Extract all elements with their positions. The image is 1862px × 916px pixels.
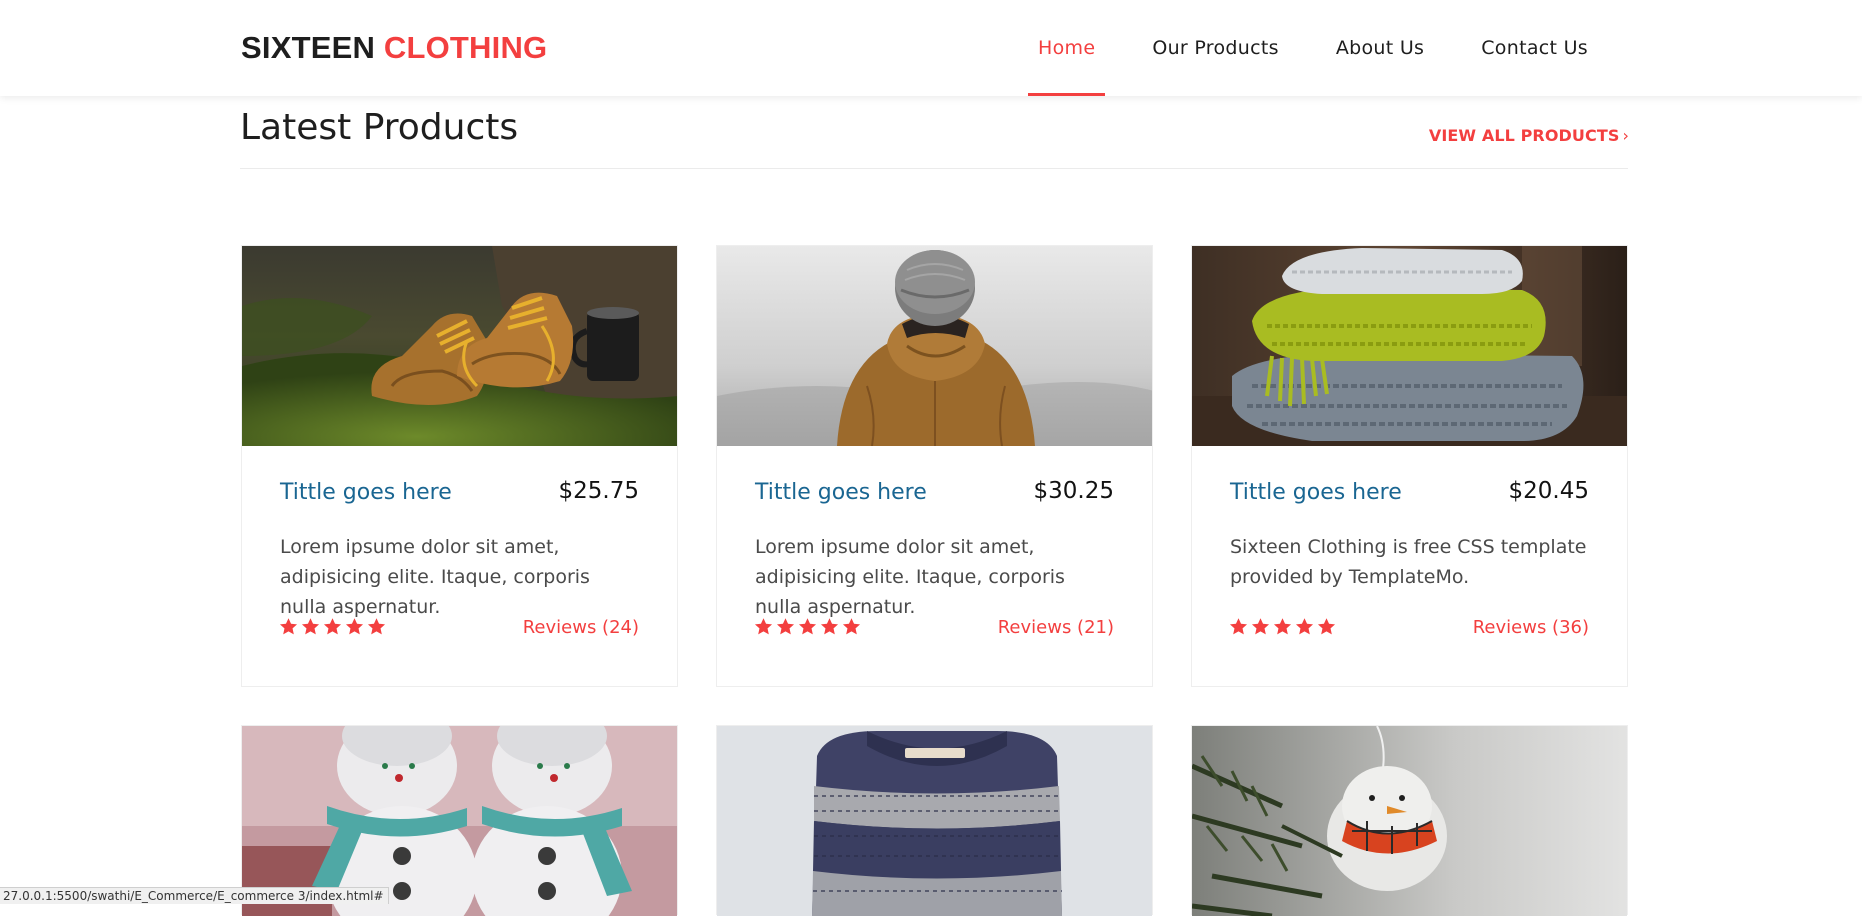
product-card (1191, 725, 1628, 916)
logo-text-primary: SIXTEEN (241, 30, 376, 65)
reviews-link[interactable]: Reviews (36) (1473, 617, 1589, 638)
product-description: Sixteen Clothing is free CSS template pr… (1230, 536, 1587, 588)
product-title[interactable]: Tittle goes here (280, 480, 452, 505)
product-price: $20.45 (1508, 478, 1589, 504)
view-all-label: VIEW ALL PRODUCTS (1428, 126, 1620, 145)
product-card-body: Tittle goes here $30.25 Lorem ipsume dol… (717, 446, 1152, 686)
product-card: Tittle goes here $25.75 Lorem ipsume dol… (241, 245, 678, 687)
product-title[interactable]: Tittle goes here (755, 480, 927, 505)
product-image-jacket[interactable] (717, 246, 1152, 446)
star-icon (301, 618, 320, 635)
nav-about-us[interactable]: About Us (1326, 0, 1434, 96)
star-icon (1229, 618, 1248, 635)
reviews-link[interactable]: Reviews (21) (998, 617, 1114, 638)
product-price: $25.75 (558, 478, 639, 504)
nav-contact-us[interactable]: Contact Us (1471, 0, 1598, 96)
section-divider (240, 168, 1628, 169)
star-icon (323, 618, 342, 635)
product-description: Lorem ipsume dolor sit amet, adipisicing… (280, 536, 590, 618)
star-icon (1295, 618, 1314, 635)
browser-status-bar: 27.0.0.1:5500/swathi/E_Commerce/E_commer… (0, 887, 389, 904)
star-rating (754, 617, 861, 636)
logo-text-accent: CLOTHING (383, 30, 548, 65)
star-icon (279, 618, 298, 635)
product-card: Tittle goes here $20.45 Sixteen Clothing… (1191, 245, 1628, 687)
product-card-body: Tittle goes here $20.45 Sixteen Clothing… (1192, 446, 1627, 686)
star-icon (754, 618, 773, 635)
star-icon (367, 618, 386, 635)
product-price: $30.25 (1033, 478, 1114, 504)
product-card: Tittle goes here $30.25 Lorem ipsume dol… (716, 245, 1153, 687)
product-image-boots[interactable] (242, 246, 677, 446)
product-image-sweater[interactable] (717, 726, 1152, 916)
star-icon (776, 618, 795, 635)
product-card-body: Tittle goes here $25.75 Lorem ipsume dol… (242, 446, 677, 686)
nav-home[interactable]: Home (1028, 0, 1106, 96)
star-rating (279, 617, 386, 636)
product-title[interactable]: Tittle goes here (1230, 480, 1402, 505)
star-icon (842, 618, 861, 635)
product-card (716, 725, 1153, 916)
star-icon (1273, 618, 1292, 635)
star-icon (820, 618, 839, 635)
nav-our-products[interactable]: Our Products (1142, 0, 1289, 96)
chevron-right-icon: › (1622, 126, 1629, 145)
product-image-scarves[interactable] (1192, 246, 1627, 446)
product-image-ornament[interactable] (1192, 726, 1627, 916)
star-icon (1317, 618, 1336, 635)
view-all-products-link[interactable]: VIEW ALL PRODUCTS › (1429, 126, 1629, 145)
star-rating (1229, 617, 1336, 636)
star-icon (1251, 618, 1270, 635)
site-header: SIXTEEN CLOTHING Home Our Products About… (0, 0, 1862, 96)
site-logo[interactable]: SIXTEEN CLOTHING (241, 30, 547, 66)
star-icon (798, 618, 817, 635)
star-icon (345, 618, 364, 635)
section-title: Latest Products (240, 107, 519, 148)
reviews-link[interactable]: Reviews (24) (523, 617, 639, 638)
product-description: Lorem ipsume dolor sit amet, adipisicing… (755, 536, 1065, 618)
main-nav: Home Our Products About Us Contact Us (1028, 0, 1635, 96)
